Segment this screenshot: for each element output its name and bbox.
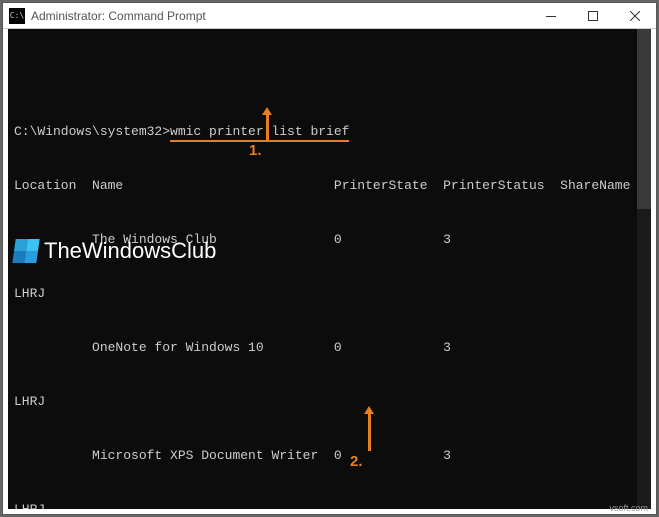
titlebar[interactable]: C:\ Administrator: Command Prompt [3,3,656,29]
maximize-button[interactable] [572,3,614,29]
command-prompt-window: C:\ Administrator: Command Prompt C:\Win… [2,2,657,515]
window-title: Administrator: Command Prompt [31,9,530,23]
windows-logo-icon [12,239,39,263]
annotation-arrow-1 [266,114,269,142]
cmd-icon: C:\ [9,8,25,24]
close-button[interactable] [614,3,656,29]
table-header-row: Location Name PrinterState PrinterStatus… [8,177,651,195]
annotation-label-1: 1. [249,142,262,160]
scrollbar-thumb[interactable] [637,29,651,209]
annotation-arrow-2 [368,413,371,451]
table-row: LHRJ [8,501,651,514]
table-row: OneNote for Windows 10 0 3 DESKTOP-AC7 [8,339,651,357]
minimize-button[interactable] [530,3,572,29]
prompt-text: C:\Windows\system32> [14,124,170,139]
command-1: wmic printer list brief [170,124,349,142]
watermark-logo: TheWindowsClub [14,239,216,263]
table-row: LHRJ [8,393,651,411]
table-row: LHRJ [8,285,651,303]
table-row: Microsoft XPS Document Writer 0 3 DESKTO… [8,447,651,465]
terminal-body[interactable]: C:\Windows\system32>wmic printer list br… [3,29,656,514]
window-controls [530,3,656,28]
image-source-label: vsoft.com [609,503,648,513]
watermark-text: TheWindowsClub [44,242,216,260]
command-line-1: C:\Windows\system32>wmic printer list br… [8,123,651,141]
scrollbar[interactable] [637,29,651,509]
annotation-label-2: 2. [350,453,363,471]
